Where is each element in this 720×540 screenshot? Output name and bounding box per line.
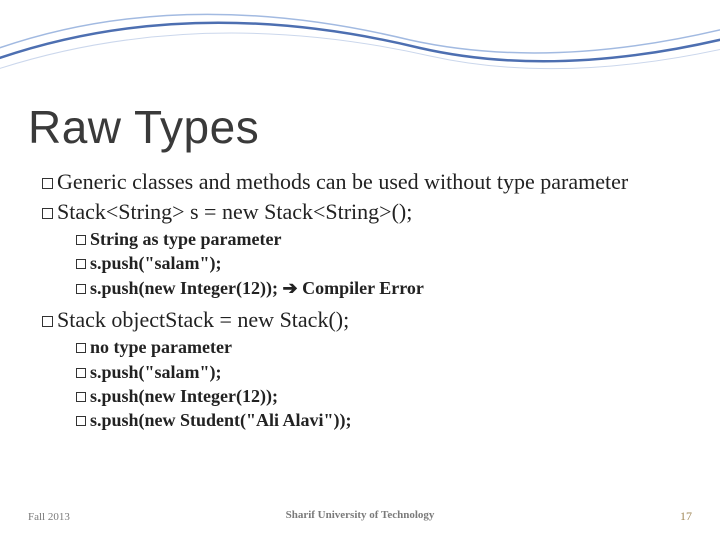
decorative-swoosh bbox=[0, 0, 720, 100]
sub-push-student: s.push(new Student("Ali Alavi")); bbox=[76, 408, 692, 432]
sub-no-type-param: no type parameter bbox=[76, 335, 692, 359]
sub-push-integer-2: s.push(new Integer(12)); bbox=[76, 384, 692, 408]
slide-title: Raw Types bbox=[28, 100, 692, 154]
footer-university: Sharif University of Technology bbox=[286, 509, 435, 521]
slide-footer: Fall 2013 Sharif University of Technolog… bbox=[28, 509, 692, 524]
sub-push-integer-error: s.push(new Integer(12)); ➔ Compiler Erro… bbox=[76, 276, 692, 300]
bullet-raw-stack: Stack objectStack = new Stack(); bbox=[42, 306, 692, 334]
bullet-generic-intro: Generic classes and methods can be used … bbox=[42, 168, 692, 196]
sub-push-salam-2: s.push("salam"); bbox=[76, 360, 692, 384]
page-number: 17 bbox=[680, 509, 692, 524]
bullet-typed-stack: Stack<String> s = new Stack<String>(); bbox=[42, 198, 692, 226]
slide-content: Raw Types Generic classes and methods ca… bbox=[28, 100, 692, 433]
arrow-icon: ➔ bbox=[283, 278, 298, 298]
footer-term: Fall 2013 bbox=[28, 511, 70, 523]
sub-string-param: String as type parameter bbox=[76, 227, 692, 251]
sub-push-salam-1: s.push("salam"); bbox=[76, 251, 692, 275]
